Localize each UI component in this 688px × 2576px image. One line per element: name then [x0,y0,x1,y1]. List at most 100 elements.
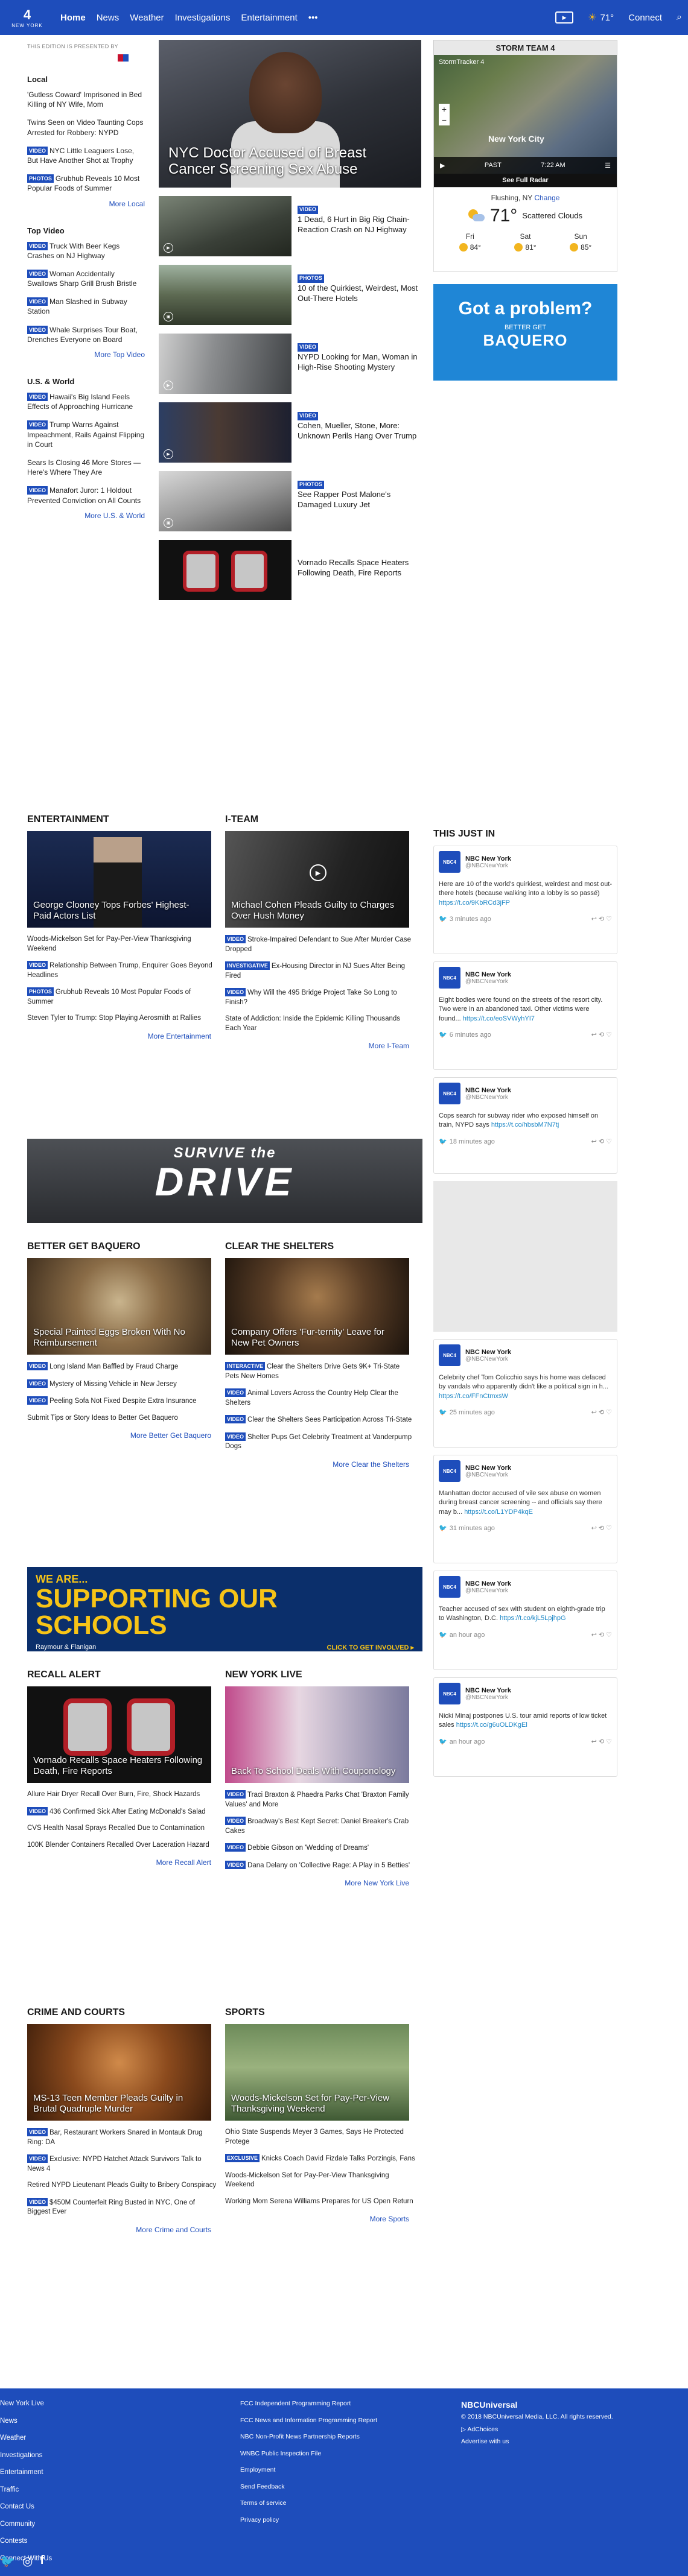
tweet-actions[interactable]: ↩ ⟲ ♡ [591,1138,612,1145]
story-item[interactable]: ▶ VIDEO NYPD Looking for Man, Woman in Hi… [159,334,421,394]
tweet-actions[interactable]: ↩ ⟲ ♡ [591,1524,612,1532]
more-link[interactable]: More New York Live [225,1879,415,1887]
tweet[interactable]: NBC4 NBC New York @NBCNewYork Here are 10 … [433,846,617,954]
list-item[interactable]: Sears Is Closing 46 More Stores — Here's… [27,458,145,477]
better-get-baquero-ad[interactable]: Got a problem? BETTER GET BAQUERO [433,284,617,381]
list-item[interactable]: Allure Hair Dryer Recall Over Burn, Fire… [27,1790,217,1800]
footer-link[interactable]: Community [0,2521,52,2528]
list-item[interactable]: VIDEO Truck With Beer Kegs Crashes on NJ … [27,241,145,261]
list-item[interactable]: VIDEO NYC Little Leaguers Lose, But Have … [27,146,145,165]
list-item[interactable]: VIDEO Long Island Man Baffled by Fraud Ch… [27,1362,217,1372]
list-item[interactable]: Woods-Mickelson Set for Pay-Per-View Tha… [27,935,217,954]
footer-link[interactable]: Contests [0,2537,52,2545]
featured-story[interactable]: Vornado Recalls Space Heaters Following … [27,1686,211,1783]
list-item[interactable]: CVS Health Nasal Sprays Recalled Due to … [27,1824,217,1834]
list-item[interactable]: VIDEO Man Slashed in Subway Station [27,297,145,316]
list-item[interactable]: VIDEO Peeling Sofa Not Fixed Despite Extr… [27,1396,217,1407]
list-item[interactable]: Woods-Mickelson Set for Pay-Per-View Tha… [225,2171,415,2190]
footer-link[interactable]: FCC News and Information Programming Rep… [240,2417,377,2424]
nbc-logo[interactable]: 4 NEW YORK [6,2,48,33]
footer-link[interactable]: News [0,2417,52,2425]
featured-story[interactable]: Woods-Mickelson Set for Pay-Per-View Tha… [225,2024,409,2121]
list-item[interactable]: Twins Seen on Video Taunting Cops Arrest… [27,118,145,137]
story-item[interactable]: Vornado Recalls Space Heaters Following … [159,540,421,600]
list-item[interactable]: INTERACTIVE Clear the Shelters Drive Gets… [225,1362,415,1381]
more-link[interactable]: More Crime and Courts [27,2226,217,2234]
story-thumbnail[interactable]: ▶ [159,402,291,463]
header-weather[interactable]: ☀ 71° [588,11,614,24]
tweet-link[interactable]: https://t.co/FFnCtmxsW [439,1393,508,1400]
list-item[interactable]: Steven Tyler to Trump: Stop Playing Aero… [27,1014,217,1024]
past-label[interactable]: PAST [485,162,502,169]
list-item[interactable]: EXCLUSIVE Knicks Coach David Fizdale Talk… [225,2154,415,2164]
tweet[interactable]: NBC4 NBC New York @NBCNewYork Nicki Minaj … [433,1677,617,1777]
twitter-icon[interactable]: 🐦 [0,2554,15,2569]
list-item[interactable]: Submit Tips or Story Ideas to Better Get… [27,1414,217,1423]
tweet-link[interactable]: https://t.co/eoSVWyhYI7 [463,1015,535,1022]
footer-link[interactable]: NBC Non-Profit News Partnership Reports [240,2434,377,2440]
tweet[interactable]: NBC4 NBC New York @NBCNewYork Teacher accu… [433,1571,617,1670]
tweet-actions[interactable]: ↩ ⟲ ♡ [591,1408,612,1416]
list-item[interactable]: 100K Blender Containers Recalled Over La… [27,1841,217,1850]
list-item[interactable]: VIDEO Hawaii's Big Island Feels Effects o… [27,392,145,411]
list-item[interactable]: VIDEO Shelter Pups Get Celebrity Treatmen… [225,1432,415,1452]
tweet-link[interactable]: https://t.co/kjL5LpjhpG [500,1615,565,1622]
list-item[interactable]: VIDEO Debbie Gibson on 'Wedding of Dreams… [225,1843,415,1853]
story-item[interactable]: ▶ VIDEO Cohen, Mueller, Stone, More: Unkn… [159,402,421,463]
list-item[interactable]: INVESTIGATIVE Ex-Housing Director in NJ S… [225,961,415,981]
list-item[interactable]: VIDEO Stroke-Impaired Defendant to Sue Af… [225,935,415,954]
footer-link[interactable]: Traffic [0,2486,52,2494]
see-full-radar-link[interactable]: See Full Radar [434,174,617,187]
cta-link[interactable]: CLICK TO GET INVOLVED ▸ [327,1644,414,1651]
more-link[interactable]: More Sports [225,2215,415,2223]
more-link[interactable]: More Clear the Shelters [225,1460,415,1469]
featured-story[interactable]: ▶ Michael Cohen Pleads Guilty to Charges… [225,831,409,928]
instagram-icon[interactable]: ◎ [22,2554,33,2569]
footer-link[interactable]: Terms of service [240,2500,377,2507]
footer-link[interactable]: FCC Independent Programming Report [240,2400,377,2407]
list-item[interactable]: VIDEO Dana Delany on 'Collective Rage: A … [225,1860,415,1871]
list-item[interactable]: VIDEO Broadway's Best Kept Secret: Daniel… [225,1817,415,1836]
featured-story[interactable]: Special Painted Eggs Broken With No Reim… [27,1258,211,1355]
list-item[interactable]: State of Addiction: Inside the Epidemic … [225,1014,415,1033]
list-item[interactable]: VIDEO Whale Surprises Tour Boat, Drenches… [27,325,145,344]
more-link[interactable]: More I-Team [225,1042,415,1050]
tweet-link[interactable]: https://t.co/hbsbM7N7tj [491,1121,559,1128]
nav-home[interactable]: Home [60,13,86,23]
list-item[interactable]: VIDEO $450M Counterfeit Ring Busted in NY… [27,2197,217,2217]
list-item[interactable]: VIDEO Traci Braxton & Phaedra Parks Chat … [225,1790,415,1809]
list-item[interactable]: 'Gutless Coward' Imprisoned in Bed Killi… [27,90,145,109]
featured-story[interactable]: MS-13 Teen Member Pleads Guilty in Bruta… [27,2024,211,2121]
play-icon[interactable]: ▶ [440,162,445,169]
footer-link[interactable]: Employment [240,2467,377,2473]
tweet-actions[interactable]: ↩ ⟲ ♡ [591,915,612,923]
nav-news[interactable]: News [97,13,119,23]
supporting-schools-banner[interactable]: WE ARE... SUPPORTING OUR SCHOOLS Raymour… [27,1567,422,1651]
tweet-link[interactable]: https://t.co/9KbRCd3jFP [439,899,510,907]
list-item[interactable]: VIDEO Trump Warns Against Impeachment, Ra… [27,420,145,449]
footer-link[interactable]: WNBC Public Inspection File [240,2450,377,2457]
tweet[interactable]: NBC4 NBC New York @NBCNewYork Celebrity ch… [433,1339,617,1448]
featured-story[interactable]: George Clooney Tops Forbes' Highest-Paid… [27,831,211,928]
nav-entertainment[interactable]: Entertainment [241,13,297,23]
connect-link[interactable]: Connect [628,13,662,23]
tweet[interactable]: NBC4 NBC New York @NBCNewYork Cops search … [433,1077,617,1174]
footer-link[interactable]: New York Live [0,2400,52,2408]
list-item[interactable]: VIDEO Relationship Between Trump, Enquire… [27,961,217,980]
story-thumbnail[interactable]: ▣ [159,265,291,325]
weather-widget[interactable]: Flushing, NY Change 71° Scattered Clouds… [433,188,617,272]
more-us-world-link[interactable]: More U.S. & World [27,511,145,520]
footer-link[interactable]: Entertainment [0,2469,52,2476]
advertise-link[interactable]: Advertise with us [461,2438,613,2445]
story-item[interactable]: ▣ PHOTOS 10 of the Quirkiest, Weirdest, M… [159,265,421,325]
search-icon[interactable]: ⌕ [677,12,682,23]
more-link[interactable]: More Recall Alert [27,1858,217,1867]
nbcuniversal-logo[interactable]: NBCUniversal [461,2400,613,2409]
radar-map[interactable]: STORM TEAM 4 StormTracker 4 + − New York … [433,40,617,188]
featured-story[interactable]: Back To School Deals With Couponology [225,1686,409,1783]
list-item[interactable]: Ohio State Suspends Meyer 3 Games, Says … [225,2128,415,2147]
nav-weather[interactable]: Weather [130,13,164,23]
list-item[interactable]: VIDEO Bar, Restaurant Workers Snared in M… [27,2128,217,2147]
survive-the-drive-banner[interactable]: SURVIVE the DRIVE [27,1139,422,1223]
story-thumbnail[interactable]: ▶ [159,196,291,256]
